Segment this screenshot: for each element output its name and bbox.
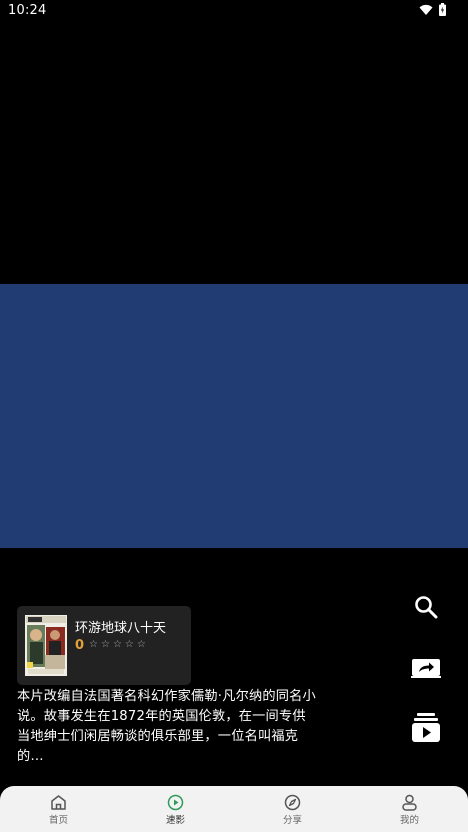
- search-icon: [414, 595, 438, 623]
- star-icon: ☆: [136, 639, 146, 650]
- playlist-icon: [412, 713, 440, 747]
- nav-item-share[interactable]: 分享: [234, 786, 351, 832]
- user-icon: [401, 794, 418, 811]
- nav-item-mine[interactable]: 我的: [351, 786, 468, 832]
- rating-stars: ☆ ☆ ☆ ☆ ☆: [89, 639, 146, 651]
- wifi-icon: [419, 1, 433, 20]
- status-bar: 10:24: [0, 0, 468, 22]
- star-icon: ☆: [124, 639, 134, 650]
- playlist-button[interactable]: [406, 710, 446, 750]
- nav-item-suying[interactable]: 速影: [117, 786, 234, 832]
- nav-label: 分享: [282, 815, 302, 826]
- compass-icon: [284, 794, 301, 811]
- bottom-nav: 首页 速影 分享 我的: [0, 786, 468, 832]
- share-button[interactable]: [406, 650, 446, 690]
- play-circle-icon: [167, 794, 184, 811]
- star-icon: ☆: [89, 639, 98, 650]
- video-player[interactable]: [0, 284, 468, 548]
- movie-poster: [25, 615, 67, 676]
- movie-card[interactable]: 环游地球八十天 0 ☆ ☆ ☆ ☆ ☆: [17, 606, 191, 685]
- home-icon: [50, 794, 67, 811]
- star-icon: ☆: [100, 639, 110, 650]
- star-icon: ☆: [112, 639, 122, 650]
- status-time: 10:24: [8, 3, 47, 18]
- movie-description[interactable]: 本片改编自法国著名科幻作家儒勒·凡尔纳的同名小说。故事发生在1872年的英国伦敦…: [17, 687, 317, 767]
- nav-label: 我的: [399, 815, 419, 826]
- share-icon: [411, 657, 441, 683]
- status-icons: [419, 1, 446, 20]
- nav-label: 速影: [165, 815, 185, 826]
- battery-icon: [439, 1, 446, 20]
- movie-title: 环游地球八十天: [75, 621, 167, 636]
- nav-item-home[interactable]: 首页: [0, 786, 117, 832]
- nav-label: 首页: [48, 815, 68, 826]
- search-button[interactable]: [406, 589, 446, 629]
- rating-score: 0: [75, 638, 85, 653]
